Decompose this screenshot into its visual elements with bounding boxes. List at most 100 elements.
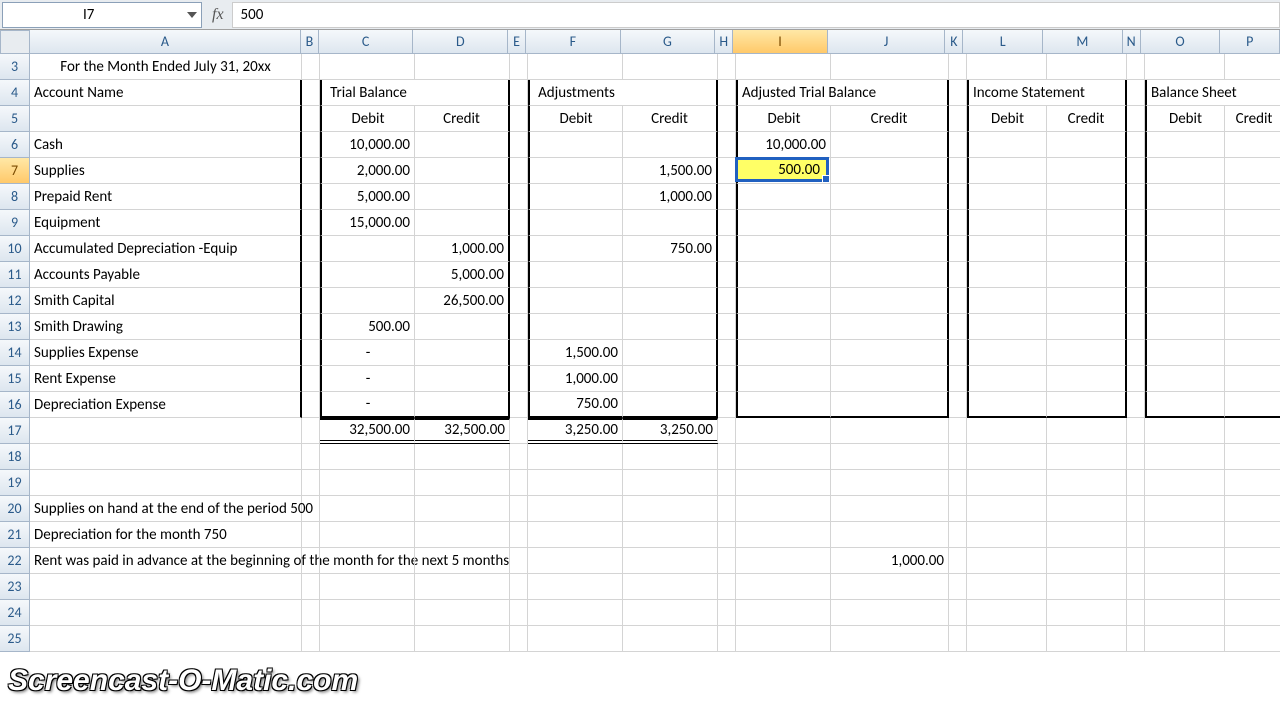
cell-O13[interactable]: [1145, 314, 1225, 340]
cell-L19[interactable]: [967, 470, 1047, 496]
cell-C25[interactable]: [320, 626, 415, 652]
row-header-25[interactable]: 25: [0, 626, 30, 652]
cell-O20[interactable]: [1145, 496, 1225, 522]
cell-L20[interactable]: [967, 496, 1047, 522]
cell-O19[interactable]: [1145, 470, 1225, 496]
cell-N24[interactable]: [1127, 600, 1145, 626]
cell-D14[interactable]: [415, 340, 510, 366]
cell-P6[interactable]: [1225, 132, 1280, 158]
cell-F9[interactable]: [528, 210, 623, 236]
cell-K12[interactable]: [949, 288, 967, 314]
cell-J20[interactable]: [831, 496, 949, 522]
cell-J15[interactable]: [831, 366, 949, 392]
cell-J13[interactable]: [831, 314, 949, 340]
cell-H20[interactable]: [718, 496, 736, 522]
cell-F11[interactable]: [528, 262, 623, 288]
cell-P21[interactable]: [1225, 522, 1280, 548]
row-header-17[interactable]: 17: [0, 418, 30, 444]
cell-F12[interactable]: [528, 288, 623, 314]
cell-O21[interactable]: [1145, 522, 1225, 548]
cell-D6[interactable]: [415, 132, 510, 158]
chevron-down-icon[interactable]: [187, 12, 197, 18]
cell-E20[interactable]: [510, 496, 528, 522]
cell-L10[interactable]: [967, 236, 1047, 262]
cell-B11[interactable]: [302, 262, 320, 288]
cell-H8[interactable]: [718, 184, 736, 210]
cell-C21[interactable]: [320, 522, 415, 548]
row-header-21[interactable]: 21: [0, 522, 30, 548]
cell-C6[interactable]: 10,000.00: [320, 132, 415, 158]
column-header-I[interactable]: I: [733, 30, 828, 54]
row-header-16[interactable]: 16: [0, 392, 30, 418]
cell-M12[interactable]: [1047, 288, 1127, 314]
cell-A12[interactable]: Smith Capital: [30, 288, 302, 314]
column-header-N[interactable]: N: [1123, 30, 1141, 54]
cell-C20[interactable]: [320, 496, 415, 522]
cell-E18[interactable]: [510, 444, 528, 470]
cell-C24[interactable]: [320, 600, 415, 626]
cell-I23[interactable]: [736, 574, 831, 600]
cell-I24[interactable]: [736, 600, 831, 626]
cell-P3[interactable]: [1225, 54, 1280, 80]
cell-L12[interactable]: [967, 288, 1047, 314]
cell-B21[interactable]: [302, 522, 320, 548]
row-header-6[interactable]: 6: [0, 132, 30, 158]
cell-G18[interactable]: [623, 444, 718, 470]
column-header-D[interactable]: D: [413, 30, 508, 54]
column-header-C[interactable]: C: [319, 30, 414, 54]
cell-C12[interactable]: [320, 288, 415, 314]
cell-A24[interactable]: [30, 600, 302, 626]
cell-G7[interactable]: 1,500.00: [623, 158, 718, 184]
cell-K10[interactable]: [949, 236, 967, 262]
cell-B25[interactable]: [302, 626, 320, 652]
cell-P18[interactable]: [1225, 444, 1280, 470]
cell-D23[interactable]: [415, 574, 510, 600]
cell-D11[interactable]: 5,000.00: [415, 262, 510, 288]
cell-E21[interactable]: [510, 522, 528, 548]
cell-I3[interactable]: [736, 54, 831, 80]
cell-P19[interactable]: [1225, 470, 1280, 496]
cell-K24[interactable]: [949, 600, 967, 626]
cell-M4[interactable]: [1047, 80, 1127, 106]
cell-L4[interactable]: Income Statement: [967, 80, 1047, 106]
cell-K3[interactable]: [949, 54, 967, 80]
cell-L8[interactable]: [967, 184, 1047, 210]
cell-B14[interactable]: [302, 340, 320, 366]
cell-J17[interactable]: [831, 418, 949, 444]
cell-F24[interactable]: [528, 600, 623, 626]
cell-E5[interactable]: [510, 106, 528, 132]
cell-N14[interactable]: [1127, 340, 1145, 366]
cell-H21[interactable]: [718, 522, 736, 548]
cell-C16[interactable]: -: [320, 392, 415, 418]
cell-E12[interactable]: [510, 288, 528, 314]
cell-E6[interactable]: [510, 132, 528, 158]
cell-H24[interactable]: [718, 600, 736, 626]
cell-M11[interactable]: [1047, 262, 1127, 288]
cell-G10[interactable]: 750.00: [623, 236, 718, 262]
cell-D10[interactable]: 1,000.00: [415, 236, 510, 262]
cell-M17[interactable]: [1047, 418, 1127, 444]
cell-N22[interactable]: [1127, 548, 1145, 574]
cell-E17[interactable]: [510, 418, 528, 444]
cell-E25[interactable]: [510, 626, 528, 652]
column-header-H[interactable]: H: [715, 30, 733, 54]
cell-E3[interactable]: [510, 54, 528, 80]
cell-N12[interactable]: [1127, 288, 1145, 314]
cell-F16[interactable]: 750.00: [528, 392, 623, 418]
cell-F21[interactable]: [528, 522, 623, 548]
cell-G19[interactable]: [623, 470, 718, 496]
cell-M18[interactable]: [1047, 444, 1127, 470]
cell-D9[interactable]: [415, 210, 510, 236]
cell-A15[interactable]: Rent Expense: [30, 366, 302, 392]
cell-B19[interactable]: [302, 470, 320, 496]
cell-I5[interactable]: Debit: [736, 106, 831, 132]
cell-N6[interactable]: [1127, 132, 1145, 158]
cell-G8[interactable]: 1,000.00: [623, 184, 718, 210]
cell-C9[interactable]: 15,000.00: [320, 210, 415, 236]
cell-J24[interactable]: [831, 600, 949, 626]
cell-K14[interactable]: [949, 340, 967, 366]
cell-K21[interactable]: [949, 522, 967, 548]
cell-C8[interactable]: 5,000.00: [320, 184, 415, 210]
cell-G23[interactable]: [623, 574, 718, 600]
cell-A20[interactable]: Supplies on hand at the end of the perio…: [30, 496, 302, 522]
